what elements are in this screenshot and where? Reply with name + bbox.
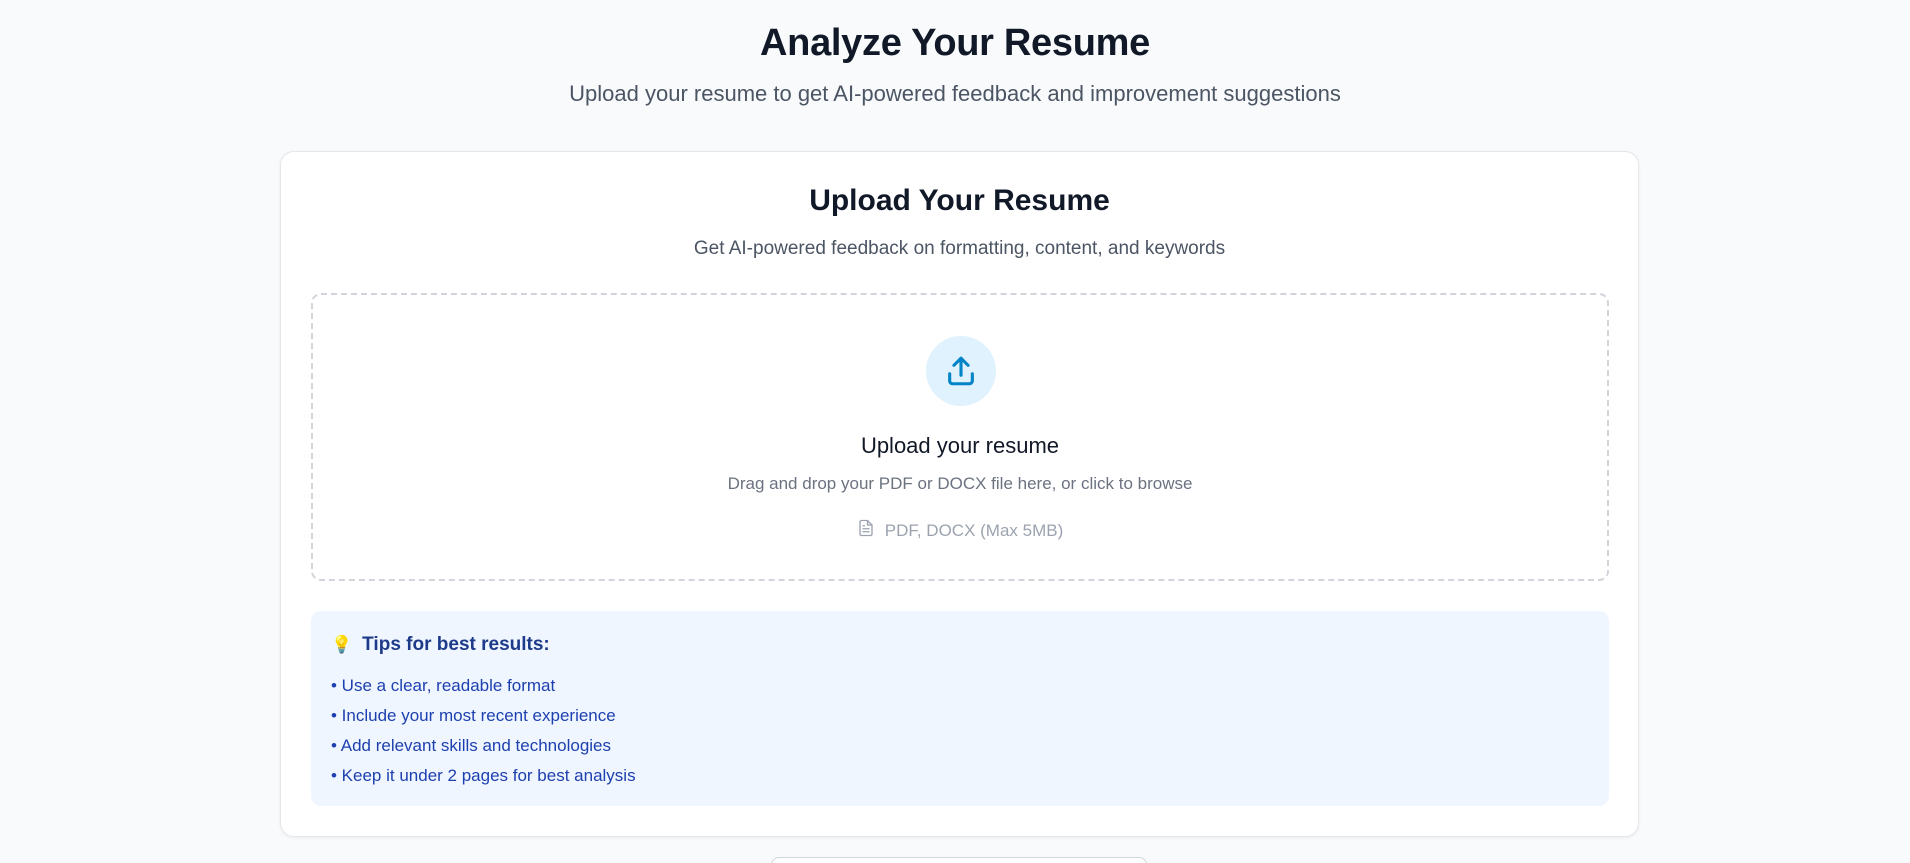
tips-heading: 💡 Tips for best results: — [331, 634, 550, 656]
tip-item: • Add relevant skills and technologies — [331, 736, 612, 755]
tip-item: • Keep it under 2 pages for best analysi… — [331, 766, 636, 785]
accepted-formats-label: PDF, DOCX (Max 5MB) — [884, 520, 1064, 540]
dropzone-title: Upload your resume — [860, 433, 1060, 458]
file-dropzone[interactable]: Upload your resume Drag and drop your PD… — [311, 293, 1609, 581]
upload-card: Upload Your Resume Get AI-powered feedba… — [280, 151, 1639, 837]
card-title: Upload Your Resume — [809, 184, 1110, 217]
tip-item: • Include your most recent experience — [331, 706, 616, 725]
analyze-button[interactable] — [771, 857, 1147, 863]
document-icon — [857, 518, 875, 543]
page: Analyze Your Resume Upload your resume t… — [0, 0, 1910, 863]
page-subtitle: Upload your resume to get AI-powered fee… — [569, 81, 1341, 106]
tip-item: • Use a clear, readable format — [331, 676, 556, 695]
accepted-formats: PDF, DOCX (Max 5MB) — [313, 518, 1607, 543]
page-title: Analyze Your Resume — [760, 22, 1150, 64]
tips-heading-label: Tips for best results: — [362, 634, 550, 655]
card-subtitle: Get AI-powered feedback on formatting, c… — [693, 238, 1226, 259]
lightbulb-icon: 💡 — [331, 635, 353, 654]
tips-list: • Use a clear, readable format • Include… — [331, 673, 636, 793]
upload-icon — [926, 336, 996, 406]
dropzone-description: Drag and drop your PDF or DOCX file here… — [727, 474, 1193, 493]
tips-panel: 💡 Tips for best results: • Use a clear, … — [311, 611, 1609, 806]
